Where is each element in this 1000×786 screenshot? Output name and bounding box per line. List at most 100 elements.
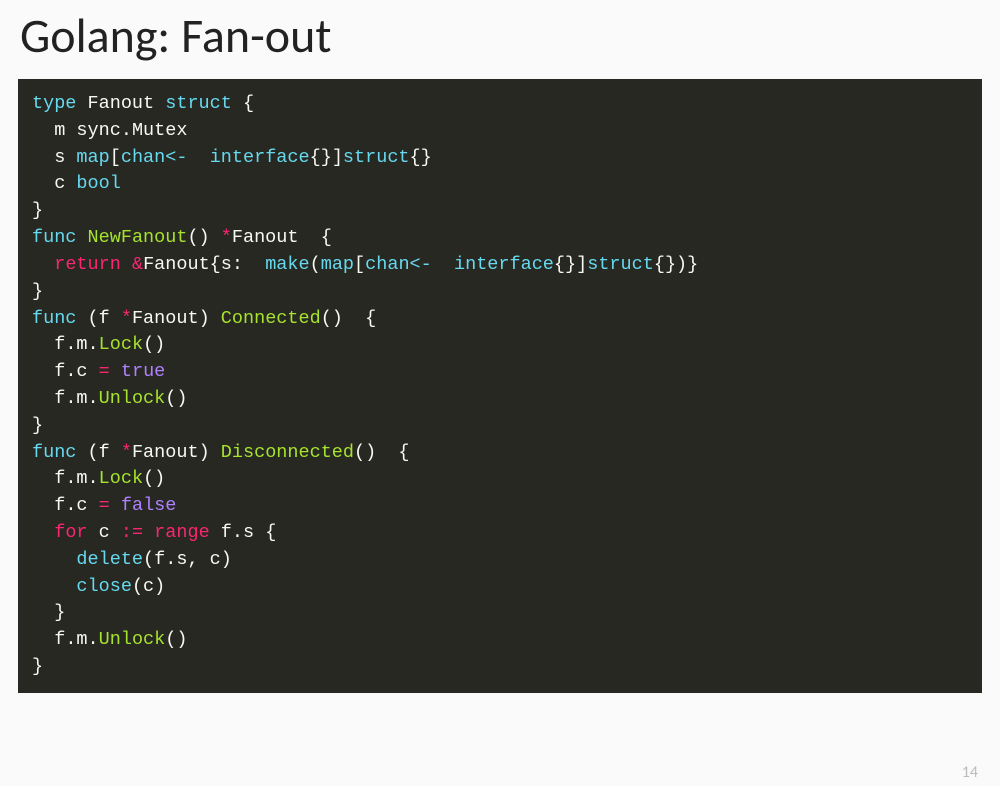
op-star: *	[121, 308, 132, 329]
keyword-return: return	[54, 254, 121, 275]
ident: (f	[143, 549, 165, 570]
bracket: [	[354, 254, 365, 275]
bracket: {}]	[310, 147, 343, 168]
builtin-make: make	[265, 254, 309, 275]
method-call: Lock	[99, 334, 143, 355]
code-line: type Fanout struct {	[32, 91, 968, 118]
brace: }	[32, 415, 43, 436]
ident: s, c)	[176, 549, 232, 570]
ident: f	[32, 361, 65, 382]
op-assign: =	[99, 495, 110, 516]
code-line: }	[32, 279, 968, 306]
type-name: Fanout	[76, 93, 165, 114]
code-line: }	[32, 600, 968, 627]
method-call: Lock	[99, 468, 143, 489]
brace: }	[32, 656, 43, 677]
dot: .	[121, 120, 132, 141]
code-line: f.m.Unlock()	[32, 627, 968, 654]
brace: }	[32, 281, 43, 302]
ident: f	[32, 495, 65, 516]
space	[121, 254, 132, 275]
code-line: s map[chan<- interface{}]struct{}	[32, 145, 968, 172]
dot: .	[65, 334, 76, 355]
keyword-map: map	[321, 254, 354, 275]
dot: .	[88, 388, 99, 409]
parens: ()	[165, 629, 187, 650]
ident: f	[32, 629, 65, 650]
code-line: delete(f.s, c)	[32, 547, 968, 574]
code-line: close(c)	[32, 574, 968, 601]
keyword-struct: struct	[165, 93, 232, 114]
ident: m	[76, 388, 87, 409]
keyword-chan: chan<-	[121, 147, 188, 168]
space	[110, 361, 121, 382]
code-line: }	[32, 413, 968, 440]
op-star: *	[221, 227, 232, 248]
ident: s {	[243, 522, 276, 543]
code-line: f.c = true	[32, 359, 968, 386]
code-line: return &Fanout{s: make(map[chan<- interf…	[32, 252, 968, 279]
dot: .	[65, 468, 76, 489]
method-call: Unlock	[99, 388, 166, 409]
dot: .	[65, 361, 76, 382]
page-number: 14	[962, 763, 978, 782]
field: c	[32, 173, 76, 194]
ident: f	[32, 334, 65, 355]
code-block: type Fanout struct { m sync.Mutex s map[…	[18, 79, 982, 693]
brace: {	[232, 93, 254, 114]
code-line: c bool	[32, 171, 968, 198]
indent	[32, 576, 76, 597]
code-line: f.m.Unlock()	[32, 386, 968, 413]
braces: {}	[410, 147, 432, 168]
keyword-struct: struct	[343, 147, 410, 168]
recv: (f	[76, 442, 120, 463]
dot: .	[65, 495, 76, 516]
code-line: f.m.Lock()	[32, 466, 968, 493]
const-false: false	[121, 495, 177, 516]
keyword-chan: chan<-	[365, 254, 432, 275]
code-line: m sync.Mutex	[32, 118, 968, 145]
keyword-func: func	[32, 308, 76, 329]
parens: ()	[187, 227, 220, 248]
dot: .	[165, 549, 176, 570]
ident: f	[210, 522, 232, 543]
keyword-map: map	[76, 147, 109, 168]
parens: ()	[165, 388, 187, 409]
page-title: Golang: Fan-out	[0, 0, 1000, 79]
ident: m	[76, 334, 87, 355]
code-line: for c := range f.s {	[32, 520, 968, 547]
indent	[32, 549, 76, 570]
builtin-close: close	[76, 576, 132, 597]
ident: m	[76, 468, 87, 489]
builtin-delete: delete	[76, 549, 143, 570]
func-name: NewFanout	[88, 227, 188, 248]
code-line: func NewFanout() *Fanout {	[32, 225, 968, 252]
ident: c	[88, 522, 121, 543]
space	[432, 254, 454, 275]
type-ref: Fanout)	[132, 308, 221, 329]
keyword-struct: struct	[587, 254, 654, 275]
const-true: true	[121, 361, 165, 382]
dot: .	[88, 629, 99, 650]
op-amp: &	[132, 254, 143, 275]
paren: (	[310, 254, 321, 275]
space	[143, 522, 154, 543]
keyword-interface: interface	[210, 147, 310, 168]
brace: }	[32, 602, 65, 623]
struct-lit: Fanout{s:	[143, 254, 265, 275]
space	[187, 147, 209, 168]
parens: ()	[143, 334, 165, 355]
parens: () {	[354, 442, 410, 463]
code-line: f.m.Lock()	[32, 332, 968, 359]
type-ref: Fanout)	[132, 442, 221, 463]
ident: m	[76, 629, 87, 650]
keyword-bool: bool	[76, 173, 120, 194]
code-line: }	[32, 654, 968, 681]
code-line: func (f *Fanout) Disconnected() {	[32, 440, 968, 467]
dot: .	[88, 334, 99, 355]
keyword-func: func	[32, 442, 76, 463]
func-name: Disconnected	[221, 442, 354, 463]
ident: f	[32, 388, 65, 409]
ident: f	[32, 468, 65, 489]
code-line: func (f *Fanout) Connected() {	[32, 306, 968, 333]
